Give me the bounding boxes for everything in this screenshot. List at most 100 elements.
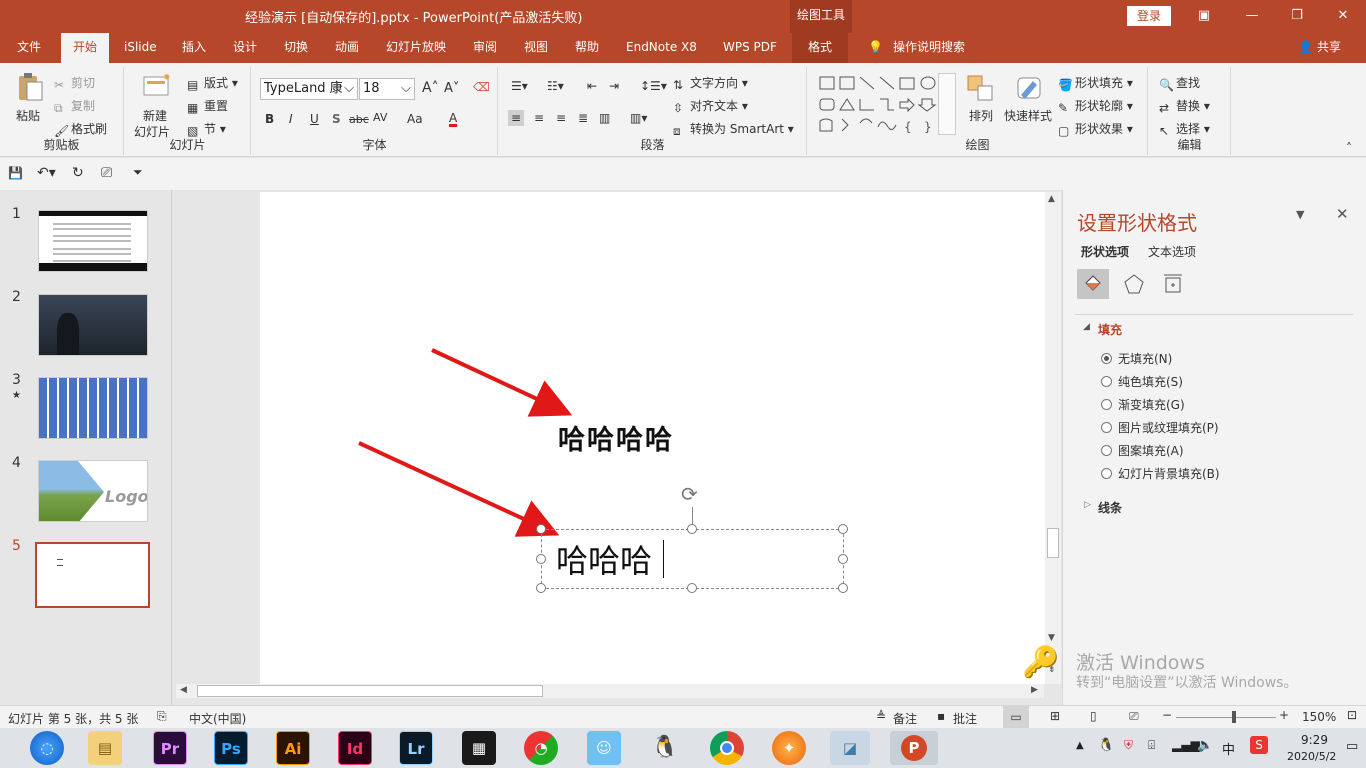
new-slide-icon[interactable]: ✸ <box>141 71 173 103</box>
increase-indent-icon[interactable]: ⇥ <box>609 79 619 93</box>
scroll-down-icon[interactable]: ▼ <box>1048 633 1055 643</box>
browser-icon[interactable]: ◌ <box>30 731 64 765</box>
shrink-font-icon[interactable]: A˅ <box>444 81 459 96</box>
size-properties-icon[interactable] <box>1162 273 1184 295</box>
scroll-up-icon[interactable]: ▲ <box>1048 194 1055 204</box>
change-case-button[interactable]: Aa <box>407 112 423 126</box>
clock-time[interactable]: 9:29 <box>1301 733 1328 747</box>
bullets-icon[interactable]: ☰▾ <box>511 79 528 93</box>
collapse-ribbon-icon[interactable]: ˄ <box>1346 141 1352 155</box>
slideshow-view-icon[interactable]: ⎚ <box>1129 709 1139 724</box>
undo-icon[interactable]: ↶▾ <box>37 165 56 181</box>
reading-view-icon[interactable]: ▯ <box>1090 709 1097 723</box>
presentation-icon[interactable]: ⎚ <box>101 165 112 181</box>
zoom-level[interactable]: 150% <box>1302 710 1336 724</box>
pentagon-effects-icon[interactable] <box>1123 273 1145 295</box>
lightroom-icon[interactable]: Lr <box>399 731 433 765</box>
reset-button[interactable]: ▦ 重置 <box>187 97 228 115</box>
layout-button[interactable]: ▤ 版式 ▾ <box>187 74 238 92</box>
clock-date[interactable]: 2020/5/2 <box>1287 750 1336 763</box>
resize-handle[interactable] <box>687 524 697 534</box>
ime-indicator[interactable]: 中 <box>1222 739 1235 758</box>
text-direction-button[interactable]: ⇅ 文字方向 ▾ <box>673 74 748 92</box>
italic-button[interactable]: I <box>289 112 293 126</box>
shadow-button[interactable]: S <box>332 112 341 126</box>
share-button[interactable]: 共享 <box>1317 33 1341 63</box>
tray-qq-icon[interactable]: 🐧 <box>1098 738 1114 753</box>
resize-handle[interactable] <box>838 583 848 593</box>
tab-insert[interactable]: 插入 <box>182 33 206 63</box>
art-text-1[interactable]: 哈哈哈哈 <box>558 418 674 457</box>
tab-format[interactable]: 格式 <box>792 33 849 63</box>
align-center-icon[interactable]: ≡ <box>534 111 544 125</box>
slide-sorter-icon[interactable]: ⊞ <box>1050 709 1060 723</box>
arrange-icon[interactable] <box>965 73 997 105</box>
resize-handle[interactable] <box>536 524 546 534</box>
fill-option-slide-background[interactable]: 幻灯片背景填充(B) <box>1101 465 1220 482</box>
umbrella-app-icon[interactable]: ◔ <box>524 731 558 765</box>
slide-thumbnail-4[interactable]: Logo <box>38 460 148 522</box>
slide-thumbnail-2[interactable] <box>38 294 148 356</box>
normal-view-icon[interactable]: ▭ <box>1003 706 1029 728</box>
resize-handle[interactable] <box>687 583 697 593</box>
align-left-icon[interactable]: ≡ <box>508 110 525 126</box>
fill-option-none[interactable]: 无填充(N) <box>1101 350 1172 367</box>
tab-design[interactable]: 设计 <box>233 33 257 63</box>
sogou-ime-icon[interactable]: S <box>1250 736 1268 754</box>
tab-wps-pdf[interactable]: WPS PDF <box>723 33 777 63</box>
scroll-left-icon[interactable]: ◀ <box>180 685 187 695</box>
save-icon[interactable]: 💾 <box>8 166 23 180</box>
distributed-icon[interactable]: ▥ <box>599 111 610 125</box>
zoom-out-icon[interactable]: − <box>1162 708 1172 722</box>
restore-icon[interactable]: ❐ <box>1284 4 1310 28</box>
tab-file[interactable]: 文件 <box>17 33 41 63</box>
line-section[interactable]: 线条 <box>1098 499 1122 516</box>
strikethrough-button[interactable]: abc <box>349 113 369 126</box>
zoom-slider-thumb[interactable] <box>1232 711 1236 723</box>
volume-icon[interactable]: 🔈 <box>1197 738 1213 753</box>
grow-font-icon[interactable]: A˄ <box>422 80 439 96</box>
notes-icon[interactable]: ≜ <box>876 709 886 723</box>
ribbon-display-icon[interactable]: ▣ <box>1191 4 1217 28</box>
chrome-icon[interactable] <box>710 731 744 765</box>
copy-button[interactable]: ⧉ 复制 <box>54 97 95 115</box>
network-icon[interactable]: ▂▄▆ <box>1172 738 1200 752</box>
horizontal-scrollbar[interactable]: ◀ ▶ <box>176 684 1044 698</box>
resize-handle[interactable] <box>838 554 848 564</box>
chat-bot-icon[interactable]: ☺ <box>587 731 621 765</box>
quick-styles-icon[interactable] <box>1013 73 1045 105</box>
file-explorer-icon[interactable]: ▤ <box>88 731 122 765</box>
tab-home[interactable]: 开始 <box>61 33 110 63</box>
tray-expand-icon[interactable]: ▲ <box>1076 740 1084 751</box>
shape-outline-button[interactable]: ✎ 形状轮廓 ▾ <box>1058 97 1133 115</box>
justify-icon[interactable]: ≣ <box>578 111 588 125</box>
fit-slide-icon[interactable]: ⊡ <box>1347 708 1357 722</box>
tab-help[interactable]: 帮助 <box>575 33 599 63</box>
rotate-handle-icon[interactable]: ⟳ <box>681 482 698 506</box>
fill-option-pattern[interactable]: 图案填充(A) <box>1101 442 1184 459</box>
align-right-icon[interactable]: ≡ <box>556 111 566 125</box>
indesign-icon[interactable]: Id <box>338 731 372 765</box>
notes-button[interactable]: 备注 <box>893 710 917 727</box>
illustrator-icon[interactable]: Ai <box>276 731 310 765</box>
redo-icon[interactable]: ↻ <box>72 165 84 181</box>
font-name-select[interactable]: TypeLand 康 ⌵ <box>260 78 358 100</box>
notification-icon[interactable]: ▭ <box>1346 739 1358 754</box>
share-icon[interactable]: 👤 <box>1298 33 1313 63</box>
spellcheck-icon[interactable]: ⎘ <box>157 709 167 724</box>
comments-icon[interactable]: ▪ <box>937 709 945 723</box>
resize-handle[interactable] <box>536 554 546 564</box>
browser-orange-icon[interactable]: ✦ <box>772 731 806 765</box>
close-icon[interactable]: ✕ <box>1330 4 1356 28</box>
fill-option-solid[interactable]: 纯色填充(S) <box>1101 373 1183 390</box>
powerpoint-taskbar-icon[interactable]: P <box>890 731 938 765</box>
quick-styles-button[interactable]: 快速样式 <box>1004 107 1052 124</box>
tab-endnote[interactable]: EndNote X8 <box>626 33 697 63</box>
tab-text-options[interactable]: 文本选项 <box>1148 243 1196 260</box>
slide-thumbnail-1[interactable] <box>38 210 148 272</box>
hscroll-thumb[interactable] <box>197 685 543 697</box>
video-editor-icon[interactable]: ▦ <box>462 731 496 765</box>
scroll-right-icon[interactable]: ▶ <box>1031 685 1038 695</box>
photoshop-icon[interactable]: Ps <box>214 731 248 765</box>
fill-option-gradient[interactable]: 渐变填充(G) <box>1101 396 1185 413</box>
